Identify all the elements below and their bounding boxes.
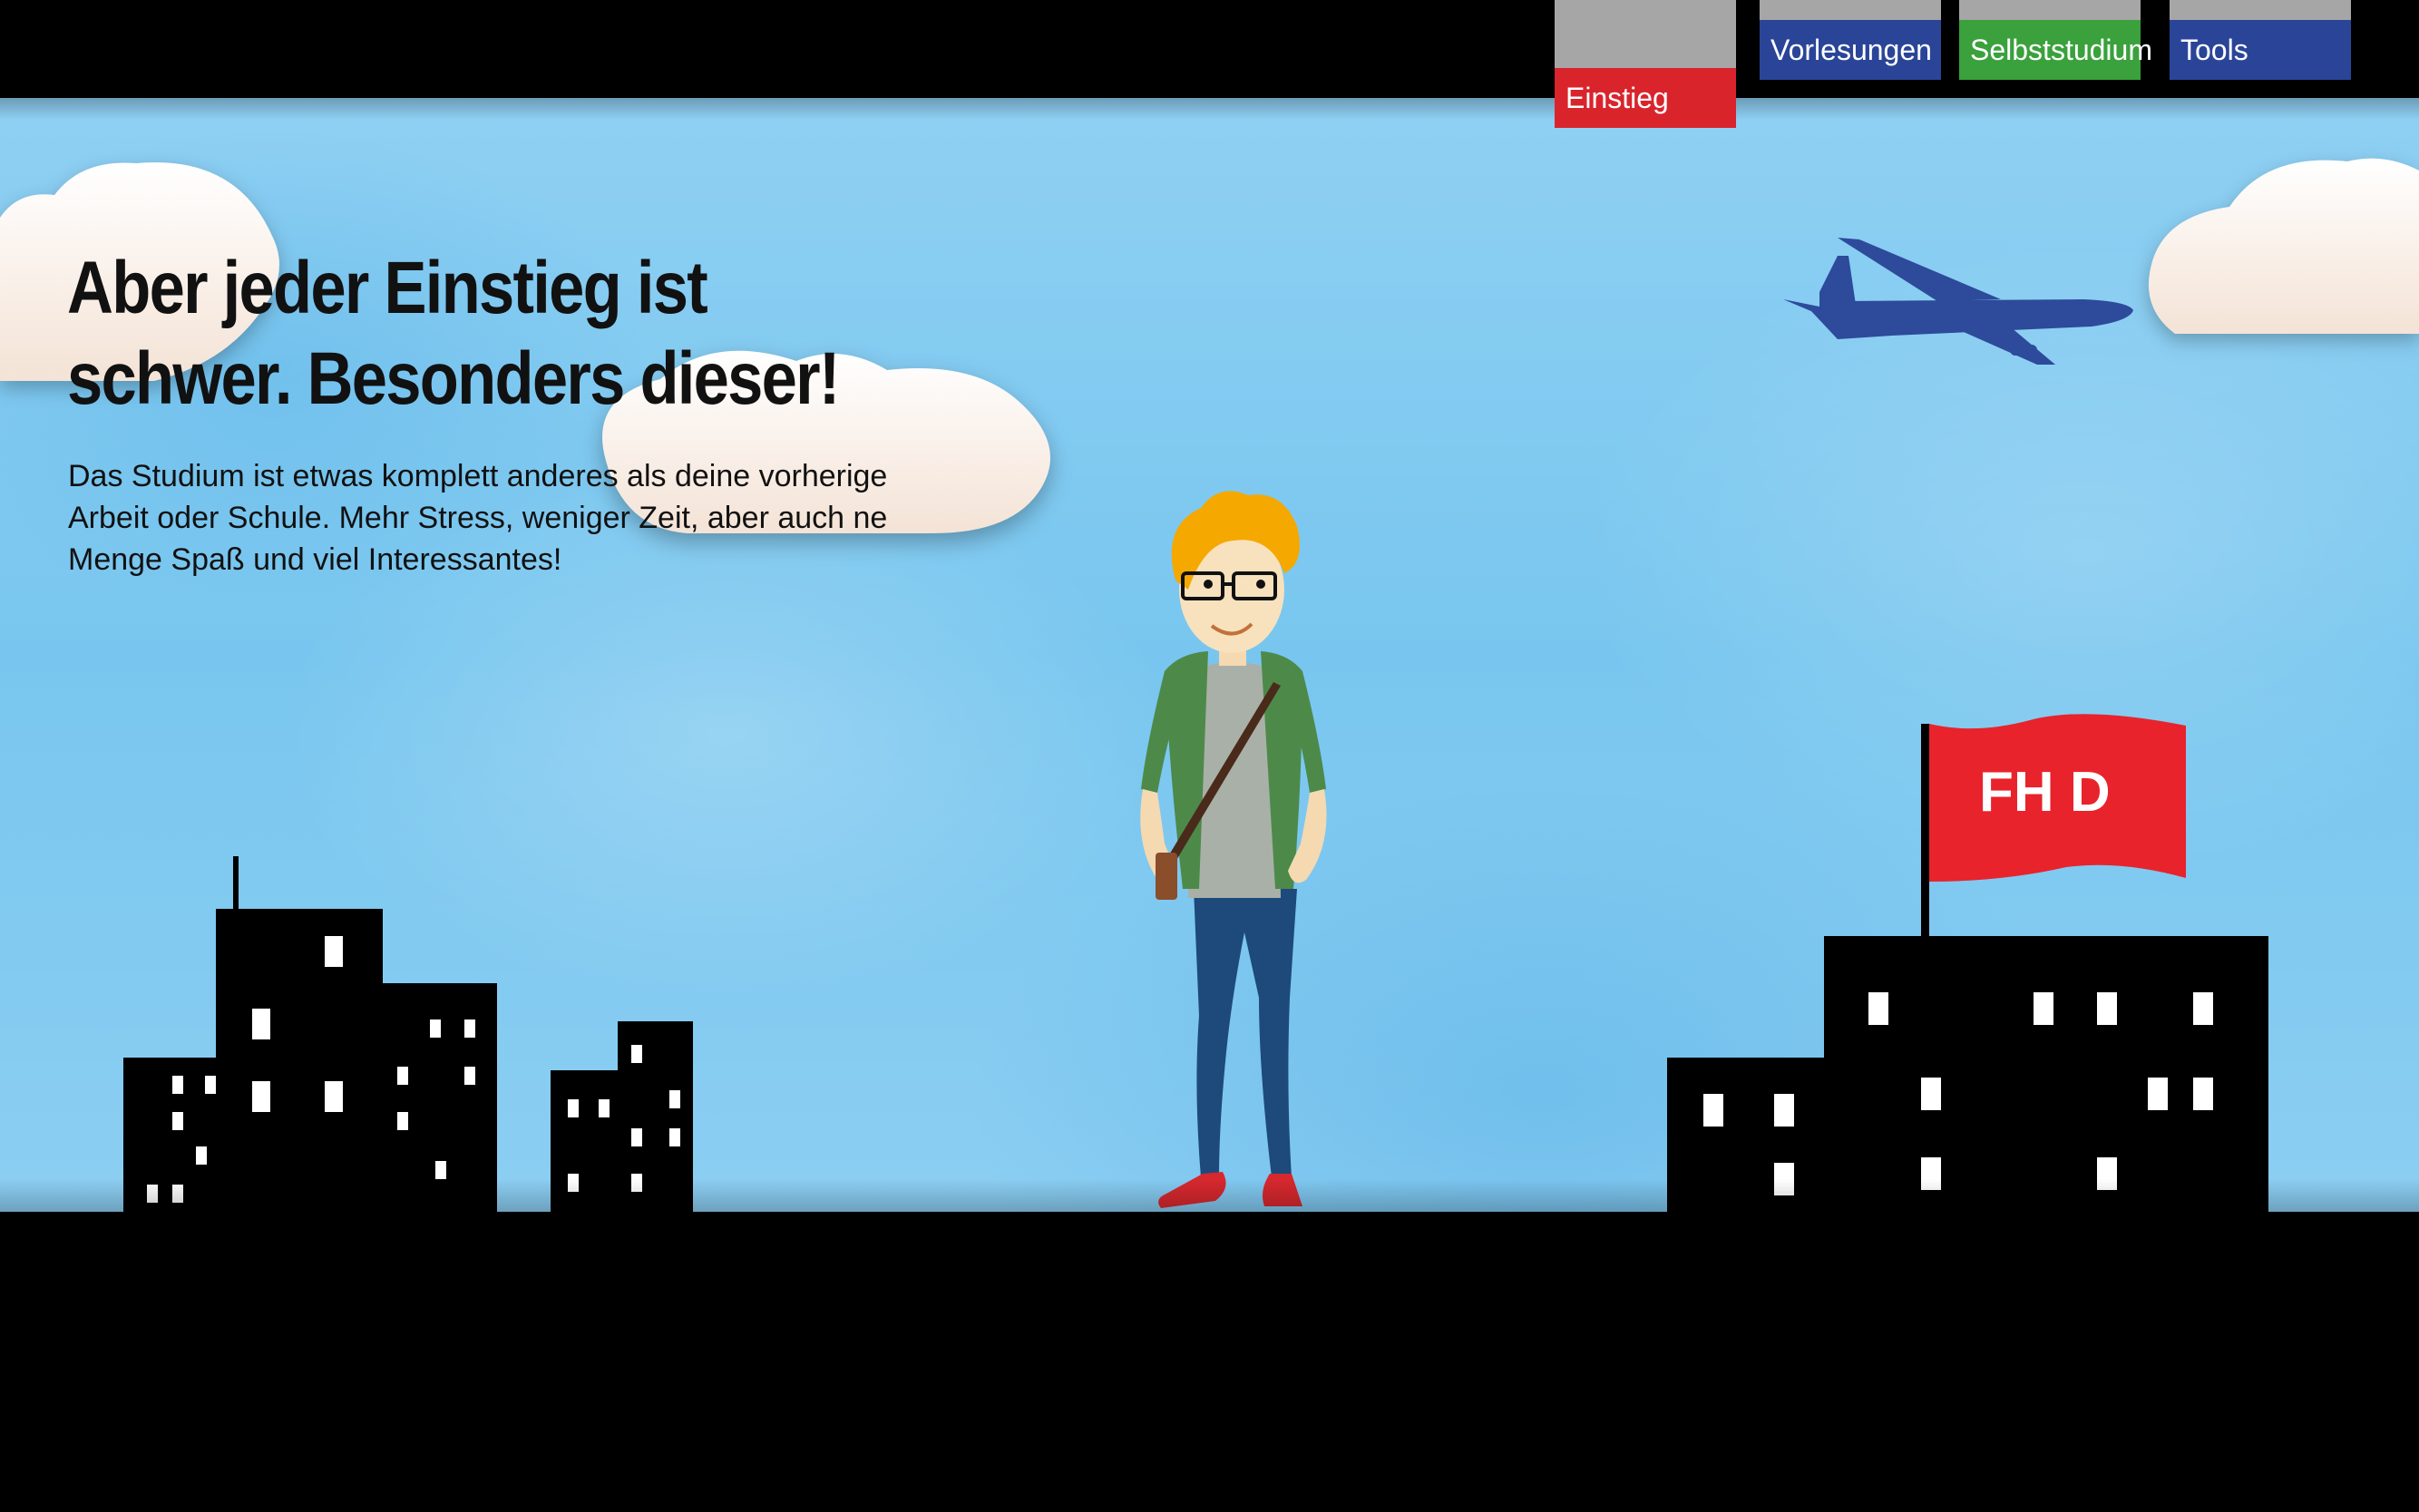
airplane-icon xyxy=(1783,238,2133,365)
university-building: FH D xyxy=(1667,714,2268,1212)
intro-paragraph: Das Studium ist etwas komplett anderes a… xyxy=(68,459,888,577)
city-skyline xyxy=(123,856,693,1212)
nav-tab-label: Tools xyxy=(2170,20,2351,80)
page-headline: Aber jeder Einstieg ist schwer. Besonder… xyxy=(67,243,840,424)
nav-tab-label: Vorlesungen xyxy=(1760,20,1941,80)
ground-strip xyxy=(0,1212,2419,1512)
headline-line-1: Aber jeder Einstieg ist xyxy=(67,247,708,329)
nav-tab-label: Selbststudium xyxy=(1959,20,2152,80)
cloud-icon xyxy=(2148,158,2419,334)
nav-tab-label: Einstieg xyxy=(1555,68,1736,128)
student-character xyxy=(1140,491,1327,1208)
nav-tab-einstieg[interactable]: Einstieg xyxy=(1555,0,1736,128)
nav-tab-selbststudium[interactable]: Selbststudium xyxy=(1959,0,2152,80)
headline-line-2: schwer. Besonders dieser! xyxy=(67,337,840,420)
flag-label: FH D xyxy=(1979,761,2111,824)
nav-tab-tools[interactable]: Tools xyxy=(2170,0,2351,80)
nav-tab-vorlesungen[interactable]: Vorlesungen xyxy=(1760,0,1941,80)
